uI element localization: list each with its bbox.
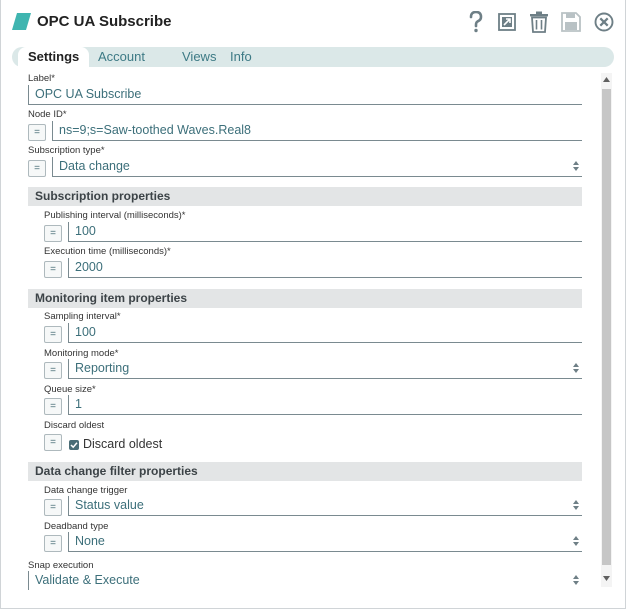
help-icon[interactable]	[465, 10, 487, 34]
queue-size-label: Queue size*	[44, 384, 96, 395]
queue-size-expression-button[interactable]: =	[44, 398, 62, 415]
tab-views[interactable]: Views	[172, 47, 226, 67]
execution-time-input[interactable]: 2000	[68, 258, 582, 278]
data-change-trigger-select[interactable]: Status value	[68, 496, 582, 516]
execution-time-expression-button[interactable]: =	[44, 261, 62, 278]
label-input[interactable]: OPC UA Subscribe	[28, 85, 582, 105]
monitoring-mode-select[interactable]: Reporting	[68, 359, 582, 379]
subscription-type-select[interactable]: Data change	[52, 157, 582, 177]
section-subscription-properties: Subscription properties	[28, 187, 582, 206]
tab-account[interactable]: Account	[88, 47, 155, 67]
tab-bar: Settings Account Views Info	[12, 47, 614, 69]
label-field-label: Label*	[28, 73, 55, 84]
subscription-type-label: Subscription type*	[28, 145, 105, 156]
discard-oldest-checkbox-row[interactable]: Discard oldest	[68, 434, 268, 454]
publishing-interval-expression-button[interactable]: =	[44, 225, 62, 242]
monitoring-mode-expression-button[interactable]: =	[44, 362, 62, 379]
dialog-title: OPC UA Subscribe	[37, 13, 172, 30]
delete-icon[interactable]	[528, 10, 550, 34]
discard-oldest-expression-button[interactable]: =	[44, 434, 62, 451]
deadband-type-label: Deadband type	[44, 521, 109, 532]
close-icon[interactable]	[593, 10, 615, 34]
dropdown-arrows-icon	[573, 536, 579, 546]
dropdown-arrows-icon	[573, 161, 579, 171]
deadband-type-value: None	[75, 534, 105, 548]
scrollbar[interactable]	[601, 73, 612, 587]
sampling-interval-expression-button[interactable]: =	[44, 326, 62, 343]
scroll-down-arrow-icon[interactable]	[603, 576, 610, 582]
queue-size-input[interactable]: 1	[68, 395, 582, 415]
node-id-expression-button[interactable]: =	[28, 124, 46, 141]
scrollbar-thumb[interactable]	[602, 89, 611, 565]
sampling-interval-input[interactable]: 100	[68, 323, 582, 343]
dropdown-arrows-icon	[573, 575, 579, 585]
publishing-interval-label: Publishing interval (milliseconds)*	[44, 210, 186, 221]
save-icon[interactable]	[560, 10, 582, 34]
dropdown-arrows-icon	[573, 500, 579, 510]
subscription-type-expression-button[interactable]: =	[28, 160, 46, 177]
section-data-change-filter-properties: Data change filter properties	[28, 462, 582, 481]
section-monitoring-item-properties: Monitoring item properties	[28, 289, 582, 308]
dropdown-arrows-icon	[573, 363, 579, 373]
execution-time-label: Execution time (milliseconds)*	[44, 246, 171, 257]
data-change-trigger-value: Status value	[75, 498, 144, 512]
tab-info[interactable]: Info	[220, 47, 262, 67]
dialog-header: OPC UA Subscribe	[0, 0, 626, 44]
sampling-interval-label: Sampling interval*	[44, 311, 121, 322]
monitoring-mode-label: Monitoring mode*	[44, 348, 119, 359]
publishing-interval-input[interactable]: 100	[68, 222, 582, 242]
node-id-input[interactable]: ns=9;s=Saw-toothed Waves.Real8	[52, 121, 582, 141]
deadband-type-expression-button[interactable]: =	[44, 535, 62, 552]
discard-oldest-checkbox-label: Discard oldest	[83, 437, 163, 451]
snap-execution-value: Validate & Execute	[35, 573, 140, 587]
export-icon[interactable]	[496, 10, 518, 34]
node-id-label: Node ID*	[28, 109, 67, 120]
opcua-logo-icon	[12, 13, 31, 30]
settings-form: Label* OPC UA Subscribe Node ID* = ns=9;…	[0, 70, 600, 590]
scroll-up-arrow-icon[interactable]	[603, 77, 610, 83]
subscription-type-value: Data change	[59, 159, 130, 173]
deadband-type-select[interactable]: None	[68, 532, 582, 552]
snap-execution-select[interactable]: Validate & Execute	[28, 571, 582, 590]
snap-execution-label: Snap execution	[28, 560, 94, 571]
checkbox-checked-icon[interactable]	[69, 440, 79, 450]
data-change-trigger-expression-button[interactable]: =	[44, 499, 62, 516]
data-change-trigger-label: Data change trigger	[44, 485, 128, 496]
discard-oldest-label: Discard oldest	[44, 420, 105, 431]
monitoring-mode-value: Reporting	[75, 361, 130, 375]
tab-settings[interactable]: Settings	[18, 47, 90, 69]
